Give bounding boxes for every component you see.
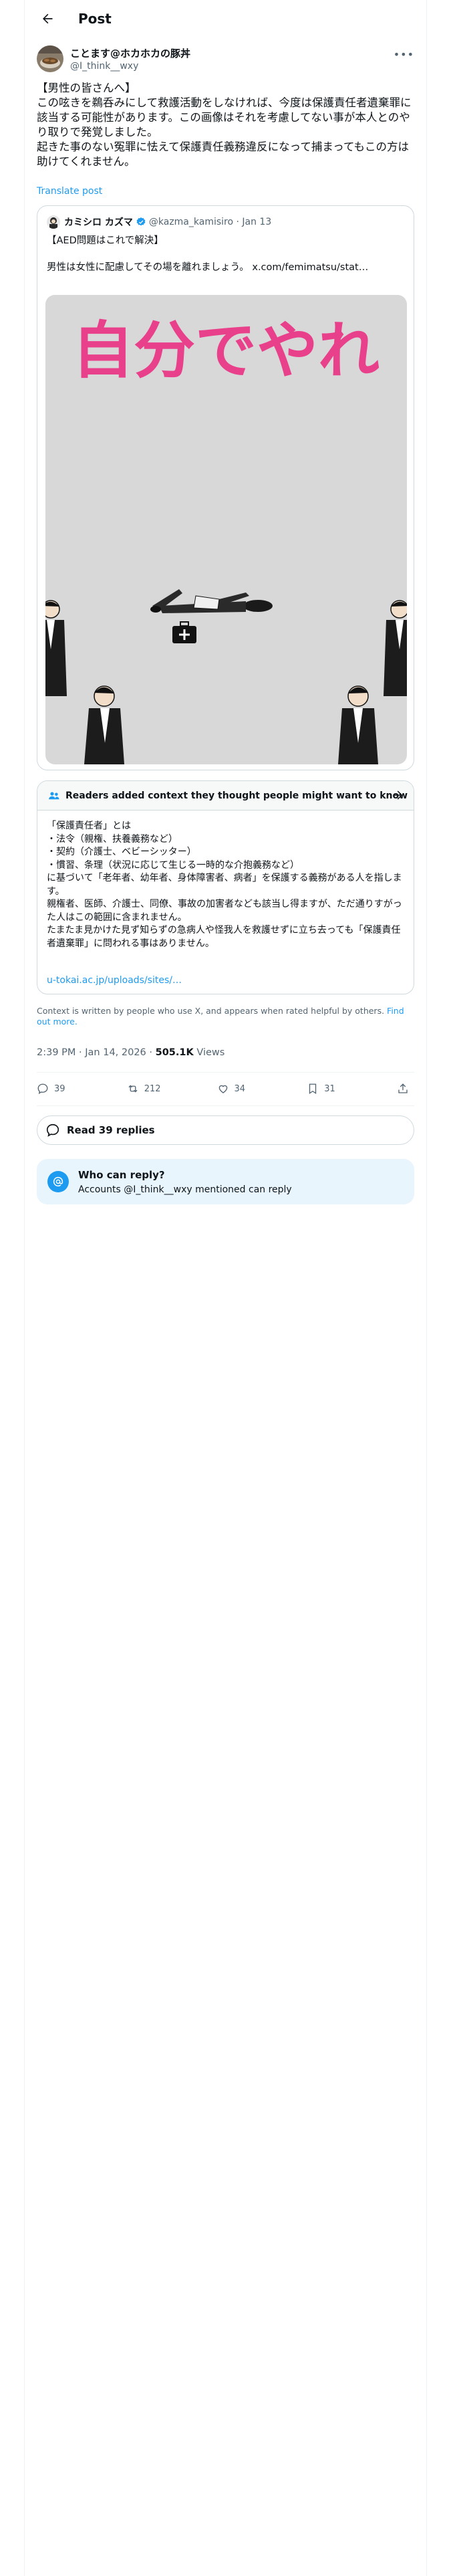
top-bar: Post — [25, 0, 426, 37]
quoted-post[interactable]: カミシロ カズマ @kazma_kamisiro · Jan 13 【AED問題… — [37, 205, 414, 770]
like-count: 34 — [234, 1083, 246, 1094]
quote-author-avatar — [47, 215, 60, 229]
author-avatar[interactable] — [37, 45, 63, 72]
views-count: 505.1K — [155, 1047, 194, 1058]
bookmark-icon — [309, 1083, 317, 1095]
read-replies-label: Read 39 replies — [67, 1124, 155, 1136]
at-sign-icon — [47, 1171, 69, 1192]
community-note-body: 「保護責任者」とは ・法令（親権、扶養義務など） ・契約（介護士、ベビーシッター… — [47, 821, 402, 949]
community-note-title: Readers added context they thought peopl… — [65, 790, 408, 801]
image-caption-text: 自分でやれ — [72, 315, 380, 387]
reply-icon — [37, 1083, 48, 1095]
page-title: Post — [78, 11, 112, 27]
author-handle[interactable]: @I_think__wxy — [70, 61, 190, 72]
community-note: Readers added context they thought peopl… — [37, 780, 414, 994]
action-bar: 39 212 34 31 — [37, 1073, 414, 1105]
chat-bubble-icon — [46, 1123, 59, 1137]
community-note-header[interactable]: Readers added context they thought peopl… — [37, 781, 414, 811]
repost-button[interactable]: 212 — [127, 1083, 167, 1095]
post-meta: 2:39 PM · Jan 14, 2026 · 505.1K Views — [37, 1047, 224, 1058]
reply-count: 39 — [54, 1083, 65, 1094]
divider — [37, 1105, 414, 1106]
translate-post-link[interactable]: Translate post — [37, 186, 102, 197]
who-can-reply-box: Who can reply? Accounts @I_think__wxy me… — [37, 1159, 414, 1204]
back-button[interactable] — [34, 5, 61, 32]
more-options-icon[interactable]: ••• — [394, 48, 414, 61]
repost-count: 212 — [144, 1083, 161, 1094]
arrow-right-icon[interactable] — [392, 789, 404, 801]
bookmark-button[interactable]: 31 — [307, 1083, 347, 1095]
note-footer-text: Context is written by people who use X, … — [37, 1006, 385, 1016]
page: Post ことます@ホカホカの豚丼 @I_think__wxy ••• 【男性の… — [0, 0, 451, 2576]
community-note-source-link[interactable]: u-tokai.ac.jp/uploads/sites/… — [47, 975, 182, 986]
community-note-footer: Context is written by people who use X, … — [37, 1006, 414, 1027]
reply-button[interactable]: 39 — [37, 1083, 77, 1095]
people-icon — [49, 791, 59, 799]
post-author: ことます@ホカホカの豚丼 @I_think__wxy ••• — [37, 44, 414, 74]
share-icon — [398, 1083, 408, 1093]
heart-icon — [218, 1085, 227, 1093]
bookmark-count: 31 — [324, 1083, 335, 1094]
share-button[interactable] — [397, 1083, 414, 1095]
author-name[interactable]: ことます@ホカホカの豚丼 — [70, 46, 190, 60]
quote-text: 【AED問題はこれで解決】 男性は女性に配慮してその場を離れましょう。 x.co… — [47, 235, 369, 273]
right-border — [426, 0, 427, 2576]
verified-badge-icon — [136, 217, 146, 227]
quote-image[interactable]: 自分でやれ — [45, 295, 407, 764]
who-can-reply-title: Who can reply? — [78, 1169, 165, 1181]
post-timestamp[interactable]: 2:39 PM · Jan 14, 2026 · — [37, 1047, 156, 1058]
arrow-left-icon — [43, 13, 53, 24]
views-label: Views — [193, 1047, 225, 1058]
who-can-reply-subtitle: Accounts @I_think__wxy mentioned can rep… — [78, 1184, 292, 1195]
repost-icon — [128, 1085, 138, 1093]
like-button[interactable]: 34 — [217, 1083, 257, 1095]
post-text: 【男性の皆さんへ】 この呟きを鵜呑みにして救護活動をしなければ、今度は保護責任者… — [37, 82, 412, 168]
quote-author-handle: @kazma_kamisiro · Jan 13 — [148, 217, 272, 227]
read-replies-button[interactable]: Read 39 replies — [37, 1115, 414, 1145]
quote-author-name: カミシロ カズマ — [64, 217, 133, 228]
left-border — [24, 0, 25, 2576]
